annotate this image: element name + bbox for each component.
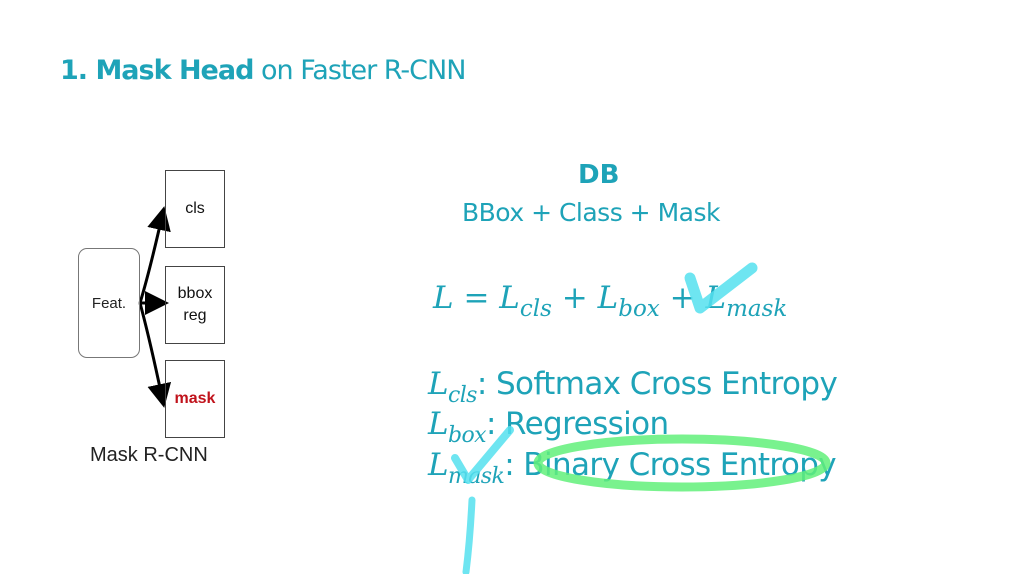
loss-term-box-symbol: L (597, 280, 619, 316)
title-rest: on Faster R-CNN (253, 55, 466, 86)
loss-equals: = (463, 280, 490, 316)
arrow-to-mask (138, 302, 172, 408)
loss-plus-2: + (669, 280, 696, 316)
bbox-reg-head-box: bbox reg (165, 266, 225, 344)
def-box-sub: box (448, 423, 487, 448)
definition-mask: Lmask: Binary Cross Entropy (428, 447, 837, 489)
def-mask-sub: mask (448, 464, 505, 489)
title-bold: 1. Mask Head (60, 55, 254, 86)
loss-term-mask: Lmask (705, 280, 787, 322)
db-label: DB (578, 160, 620, 190)
loss-equation: L = Lcls + Lbox + Lmask (433, 280, 787, 322)
def-mask-L: L (428, 447, 449, 483)
vertical-stroke-below-lmask (462, 496, 476, 574)
loss-term-cls-symbol: L (499, 280, 520, 316)
definition-box: Lbox: Regression (428, 406, 669, 448)
db-subtitle: BBox + Class + Mask (462, 198, 720, 227)
loss-term-mask-symbol: L (705, 280, 727, 316)
definition-cls-symbol: Lcls (428, 366, 477, 408)
def-box-L: L (428, 406, 449, 442)
cls-head-box: cls (165, 170, 225, 248)
loss-term-mask-sub: mask (726, 296, 788, 322)
loss-L: L (433, 280, 454, 316)
loss-term-box-sub: box (618, 296, 660, 322)
diagram-caption: Mask R-CNN (90, 444, 208, 466)
mask-head-box: mask (165, 360, 225, 438)
def-cls-sub: cls (448, 383, 477, 408)
definition-cls: Lcls: Softmax Cross Entropy (428, 366, 838, 408)
definition-mask-symbol: Lmask (428, 447, 505, 489)
slide-title: 1. Mask Head on Faster R-CNN (60, 55, 466, 86)
definition-box-symbol: Lbox (428, 406, 487, 448)
loss-term-cls: Lcls (499, 280, 552, 322)
loss-term-cls-sub: cls (519, 296, 552, 322)
arrow-to-cls (138, 206, 171, 304)
loss-term-box: Lbox (597, 280, 660, 322)
definition-mask-text: : Binary Cross Entropy (504, 447, 837, 483)
mask-rcnn-diagram: Feat. cls bbox reg mask Mask R-CNN (70, 160, 270, 480)
feat-box: Feat. (78, 248, 140, 358)
def-cls-L: L (428, 366, 449, 402)
loss-plus-1: + (561, 280, 588, 316)
definition-cls-text: : Softmax Cross Entropy (476, 366, 838, 402)
definition-box-text: : Regression (485, 406, 669, 442)
